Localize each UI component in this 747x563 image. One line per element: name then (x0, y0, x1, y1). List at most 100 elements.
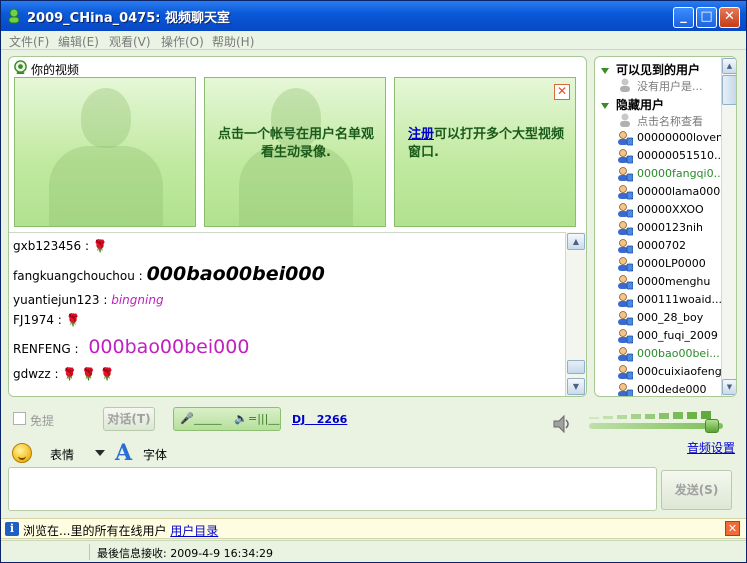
register-hint: 注册可以打开多个大型视频窗口. (408, 126, 568, 162)
webcam-icon (14, 60, 27, 75)
chat-user: gdwzz : (13, 367, 59, 381)
chat-text: bingning (111, 293, 164, 307)
user-gray-icon (620, 113, 630, 127)
notice-message: 浏览在...里的所有在线用户 (23, 524, 167, 538)
user-name: 000dede000 (637, 383, 707, 396)
chat-message: RENFENG : 000bao00bei000 (13, 336, 249, 358)
maximize-button[interactable]: □ (696, 7, 717, 28)
chat-message: fangkuangchouchou : 000bao00bei000 (13, 263, 325, 285)
user-scrollbar[interactable]: ▲ ▼ (721, 57, 736, 396)
scroll-up-icon[interactable]: ▲ (567, 233, 585, 250)
mic-icon: 🎤 (180, 412, 194, 425)
chat-user: FJ1974 : (13, 313, 62, 327)
user-webcam-icon (618, 185, 633, 200)
user-webcam-icon (618, 203, 633, 218)
video-header-label: 你的视频 (31, 63, 80, 77)
emoticon-button[interactable]: 表情 (50, 446, 74, 463)
chat-message: yuantiejun123 : bingning (13, 293, 164, 307)
user-name: 000111woaid... (637, 293, 722, 306)
notice-close-icon[interactable]: ✕ (725, 521, 740, 536)
user-name: 00000XXOO (637, 203, 704, 216)
volume-slider-track[interactable] (589, 423, 723, 429)
user-name: 0000LP0000 (637, 257, 706, 270)
format-toolbar: 表情 A 字体 (8, 440, 588, 466)
group-label: 隐藏用户 (616, 98, 665, 112)
font-icon[interactable]: A (115, 440, 132, 466)
chat-scrollbar[interactable]: ▲ ▼ (565, 232, 586, 396)
minimize-button[interactable]: _ (673, 7, 694, 28)
user-name: 000cuixiaofeng (637, 365, 722, 378)
video-slot-3[interactable]: ✕ 注册可以打开多个大型视频窗口. (394, 77, 576, 227)
audio-settings-link[interactable]: 音频设置 (687, 439, 735, 456)
user-webcam-icon (618, 275, 633, 290)
title-bar[interactable]: 2009_CHina_0475: 视频聊天室 _ □ ✕ (1, 1, 746, 31)
info-icon: i (5, 522, 19, 536)
user-webcam-icon (618, 131, 633, 146)
user-name: 00000fangqi0... (637, 167, 725, 180)
user-webcam-icon (618, 365, 633, 380)
talk-button[interactable]: 对话(T) (103, 407, 155, 431)
user-webcam-icon (618, 149, 633, 164)
font-button[interactable]: 字体 (143, 446, 167, 463)
menu-help[interactable]: 帮助(H) (212, 33, 254, 50)
window-title: 2009_CHina_0475: 视频聊天室 (27, 11, 230, 26)
silhouette-body (49, 146, 163, 226)
controls-bar: 免提 对话(T) 🎤 _____ 🔈 =|||__ DJ 2266 (1, 401, 746, 437)
video-slot-2[interactable]: 点击一个帐号在用户名单观看生动录像. (204, 77, 386, 227)
menu-view[interactable]: 观看(V) (109, 33, 151, 50)
notice-bar: i 浏览在...里的所有在线用户 用户目录 ✕ (1, 518, 746, 539)
chat-text: 000bao00bei000 (88, 336, 250, 358)
register-link[interactable]: 注册 (408, 127, 434, 142)
user-webcam-icon (618, 311, 633, 326)
user-directory-link[interactable]: 用户目录 (170, 524, 218, 538)
flower-icon: 🌹 🌹 🌹 (62, 367, 115, 381)
message-input[interactable] (8, 467, 657, 511)
video-slot-1[interactable] (14, 77, 196, 227)
scroll-thumb[interactable] (722, 75, 736, 105)
user-name: 00000lama0000 (637, 185, 728, 198)
chat-user: fangkuangchouchou : (13, 269, 143, 283)
user-name: 0000menghu (637, 275, 711, 288)
user-webcam-icon (618, 239, 633, 254)
send-button[interactable]: 发送(S) (661, 470, 732, 510)
handsfree-checkbox[interactable] (13, 412, 26, 425)
user-webcam-icon (618, 257, 633, 272)
user-webcam-icon (618, 329, 633, 344)
menu-action[interactable]: 操作(O) (161, 33, 204, 50)
user-webcam-icon (618, 383, 633, 396)
speaker-small-icon: 🔈 (234, 412, 248, 425)
scroll-down-icon[interactable]: ▼ (567, 378, 585, 395)
group-visible-users[interactable]: 可以见到的用户 (601, 61, 700, 78)
user-webcam-icon (618, 293, 633, 308)
dj-link[interactable]: DJ 2266 (292, 413, 347, 426)
user-name: 000bao00bei... (637, 347, 720, 360)
menu-file[interactable]: 文件(F) (9, 33, 49, 50)
menu-edit[interactable]: 编辑(E) (58, 33, 99, 50)
video-hint: 点击一个帐号在用户名单观看生动录像. (217, 127, 374, 160)
group-hidden-users[interactable]: 隐藏用户 (601, 96, 664, 113)
close-button[interactable]: ✕ (719, 7, 740, 28)
scroll-thumb[interactable] (567, 360, 585, 374)
volume-slider-handle[interactable] (705, 419, 719, 433)
expand-icon (601, 102, 609, 109)
mic-controls[interactable]: 🎤 _____ 🔈 =|||__ (173, 407, 281, 431)
chat-text: 000bao00bei000 (146, 263, 325, 285)
speaker-level: =|||__ (248, 412, 280, 425)
user-name: 000_28_boy (637, 311, 704, 324)
user-name: 没有用户是... (637, 80, 703, 93)
smiley-icon[interactable] (12, 443, 32, 463)
chevron-down-icon[interactable] (95, 450, 105, 456)
video-close-icon[interactable]: ✕ (554, 84, 570, 100)
user-gray-icon (620, 78, 630, 92)
user-webcam-icon (618, 221, 633, 236)
speaker-icon[interactable] (551, 413, 573, 435)
silhouette-icon (81, 88, 131, 148)
scroll-down-icon[interactable]: ▼ (722, 379, 736, 395)
status-bar: 最後信息接收: 2009-4-9 16:34:29 (1, 540, 746, 562)
chat-log[interactable]: gxb123456 : 🌹 fangkuangchouchou : 000bao… (9, 232, 565, 396)
notice-text: 浏览在...里的所有在线用户 用户目录 (23, 522, 218, 539)
chat-message: FJ1974 : 🌹 (13, 313, 81, 327)
scroll-up-icon[interactable]: ▲ (722, 58, 736, 74)
expand-icon (601, 67, 609, 74)
user-name: 00000000loveni (637, 131, 727, 144)
